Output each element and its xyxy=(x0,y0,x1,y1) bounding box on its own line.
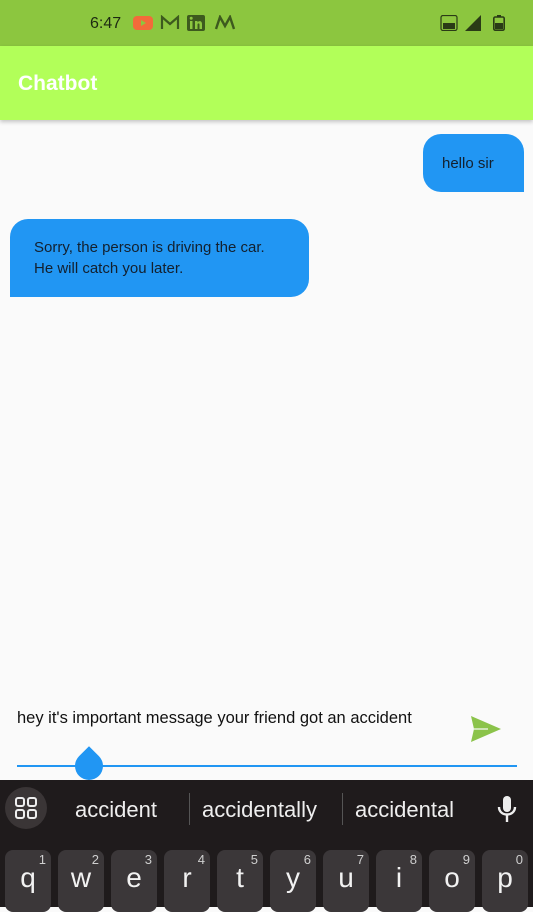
key-letter: w xyxy=(70,862,92,893)
bot-message-bubble: Sorry, the person is driving the car. He… xyxy=(10,219,309,297)
user-message-bubble: hello sir xyxy=(423,134,524,192)
key-letter: i xyxy=(395,862,403,893)
message-input[interactable]: hey it's important message your friend g… xyxy=(17,707,457,729)
key-y[interactable]: 6 y xyxy=(270,850,316,912)
app-bar: Chatbot xyxy=(0,46,533,120)
key-letter: y xyxy=(286,862,300,893)
suggestion-2[interactable]: accidentally xyxy=(202,797,317,823)
key-q[interactable]: 1 q xyxy=(5,850,51,912)
key-letter: p xyxy=(497,862,513,893)
battery-icon xyxy=(493,15,505,31)
key-letter: u xyxy=(338,862,354,893)
youtube-icon xyxy=(133,16,153,30)
volte-icon xyxy=(440,15,458,31)
medium-icon xyxy=(214,15,236,30)
key-r[interactable]: 4 r xyxy=(164,850,210,912)
grid-icon xyxy=(15,797,37,819)
status-time: 6:47 xyxy=(90,15,122,32)
signal-icon xyxy=(465,15,481,31)
key-letter: t xyxy=(236,862,244,893)
key-letter: q xyxy=(20,862,36,893)
key-e[interactable]: 3 e xyxy=(111,850,157,912)
key-w[interactable]: 2 w xyxy=(58,850,104,912)
key-p[interactable]: 0 p xyxy=(482,850,528,912)
status-bar: 6:47 xyxy=(0,0,533,46)
suggestion-divider xyxy=(189,793,190,825)
keyboard-apps-button[interactable] xyxy=(5,787,47,829)
key-letter: r xyxy=(182,862,192,893)
key-o[interactable]: 9 o xyxy=(429,850,475,912)
key-letter: e xyxy=(126,862,142,893)
suggestion-1[interactable]: accident xyxy=(75,797,157,823)
key-t[interactable]: 5 t xyxy=(217,850,263,912)
key-u[interactable]: 7 u xyxy=(323,850,369,912)
app-title: Chatbot xyxy=(18,72,98,95)
send-button[interactable] xyxy=(470,715,502,743)
key-i[interactable]: 8 i xyxy=(376,850,422,912)
suggestion-divider xyxy=(342,793,343,825)
gmail-icon xyxy=(160,15,180,29)
mic-icon[interactable] xyxy=(496,795,518,823)
key-letter: o xyxy=(444,862,460,893)
suggestion-3[interactable]: accidental xyxy=(355,797,454,823)
linkedin-icon xyxy=(187,15,205,31)
